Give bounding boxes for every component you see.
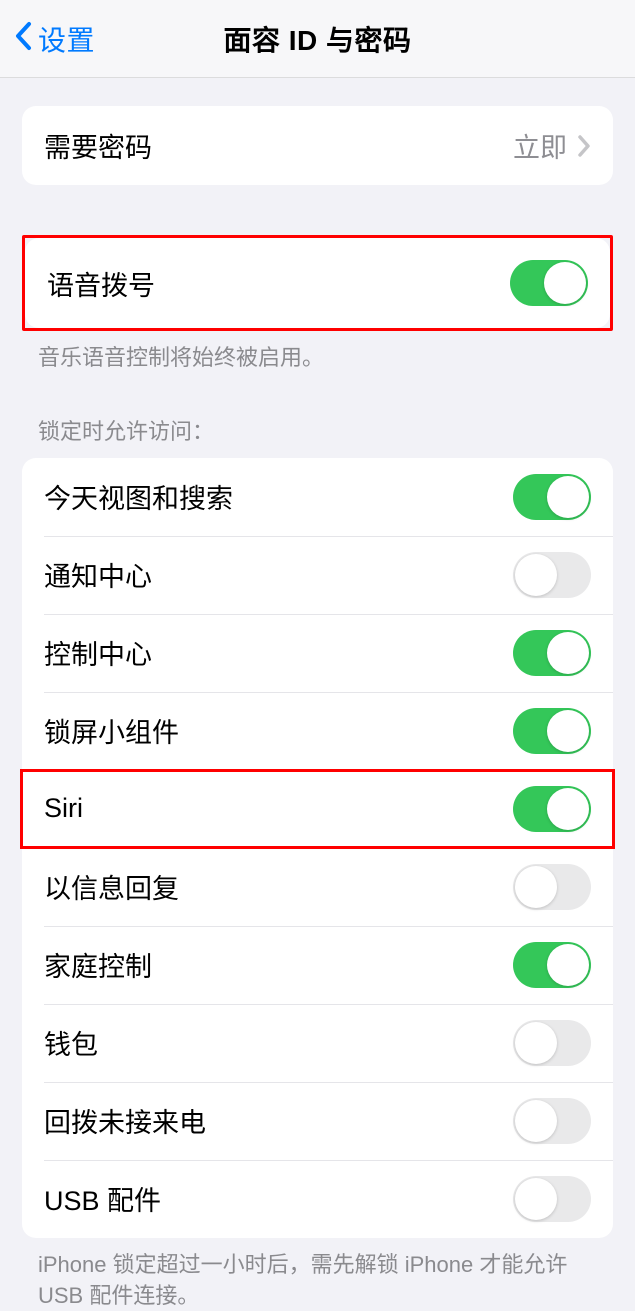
voice-dial-group: 语音拨号 (25, 238, 610, 328)
lock-access-footer: iPhone 锁定超过一小时后，需先解锁 iPhone 才能允许 USB 配件连… (0, 1238, 635, 1311)
toggle-knob (515, 1178, 557, 1220)
row-label: 语音拨号 (47, 264, 155, 303)
toggle-knob (547, 710, 589, 752)
lock-access-section: 锁定时允许访问： 今天视图和搜索 通知中心 控制中心 (0, 414, 635, 1311)
toggle-knob (547, 944, 589, 986)
row-label: 以信息回复 (44, 867, 179, 906)
lock-item-siri[interactable]: Siri (22, 770, 613, 848)
wallet-toggle[interactable] (513, 1020, 591, 1066)
settings-header: 设置 面容 ID 与密码 (0, 0, 635, 78)
row-label: 需要密码 (44, 126, 152, 165)
row-label: 钱包 (44, 1023, 98, 1062)
lock-access-header: 锁定时允许访问： (0, 414, 635, 458)
toggle-knob (547, 788, 589, 830)
lock-item-wallet[interactable]: 钱包 (22, 1004, 613, 1082)
toggle-knob (547, 632, 589, 674)
toggle-knob (547, 476, 589, 518)
voice-dial-footer: 音乐语音控制将始终被启用。 (0, 331, 635, 374)
voice-dial-toggle[interactable] (510, 260, 588, 306)
chevron-right-icon (577, 130, 591, 162)
row-label: USB 配件 (44, 1179, 161, 1218)
back-label: 设置 (38, 19, 95, 59)
passcode-group: 需要密码 立即 (22, 106, 613, 185)
notification-center-toggle[interactable] (513, 552, 591, 598)
today-view-toggle[interactable] (513, 474, 591, 520)
lock-access-group: 今天视图和搜索 通知中心 控制中心 锁屏小组件 (22, 458, 613, 1238)
row-label: 锁屏小组件 (44, 711, 179, 750)
row-label: 通知中心 (44, 555, 152, 594)
back-button[interactable]: 设置 (0, 19, 95, 59)
row-label: 回拨未接来电 (44, 1101, 206, 1140)
lock-item-home-control[interactable]: 家庭控制 (22, 926, 613, 1004)
lock-item-notification-center[interactable]: 通知中心 (22, 536, 613, 614)
reply-with-message-toggle[interactable] (513, 864, 591, 910)
toggle-knob (515, 866, 557, 908)
toggle-knob (515, 1022, 557, 1064)
settings-content: 需要密码 立即 语音拨号 (0, 106, 635, 1311)
row-label: 家庭控制 (44, 945, 152, 984)
row-label: Siri (44, 793, 83, 824)
lock-item-today-view[interactable]: 今天视图和搜索 (22, 458, 613, 536)
row-value-wrap: 立即 (513, 126, 591, 165)
row-label: 控制中心 (44, 633, 152, 672)
lock-item-usb-accessories[interactable]: USB 配件 (22, 1160, 613, 1238)
chevron-left-icon (14, 21, 32, 57)
siri-toggle[interactable] (513, 786, 591, 832)
require-passcode-section: 需要密码 立即 (0, 106, 635, 185)
toggle-knob (515, 554, 557, 596)
lock-item-return-missed-calls[interactable]: 回拨未接来电 (22, 1082, 613, 1160)
page-title: 面容 ID 与密码 (223, 19, 411, 59)
row-label: 今天视图和搜索 (44, 477, 233, 516)
toggle-knob (544, 262, 586, 304)
toggle-knob (515, 1100, 557, 1142)
home-control-toggle[interactable] (513, 942, 591, 988)
voice-dial-section: 语音拨号 音乐语音控制将始终被启用。 (0, 235, 635, 374)
lock-item-control-center[interactable]: 控制中心 (22, 614, 613, 692)
lock-screen-widgets-toggle[interactable] (513, 708, 591, 754)
row-value: 立即 (513, 126, 567, 165)
voice-dial-row[interactable]: 语音拨号 (25, 238, 610, 328)
lock-item-reply-with-message[interactable]: 以信息回复 (22, 848, 613, 926)
control-center-toggle[interactable] (513, 630, 591, 676)
voice-dial-highlight: 语音拨号 (22, 235, 613, 331)
lock-item-lock-screen-widgets[interactable]: 锁屏小组件 (22, 692, 613, 770)
return-missed-calls-toggle[interactable] (513, 1098, 591, 1144)
usb-accessories-toggle[interactable] (513, 1176, 591, 1222)
require-passcode-row[interactable]: 需要密码 立即 (22, 106, 613, 185)
